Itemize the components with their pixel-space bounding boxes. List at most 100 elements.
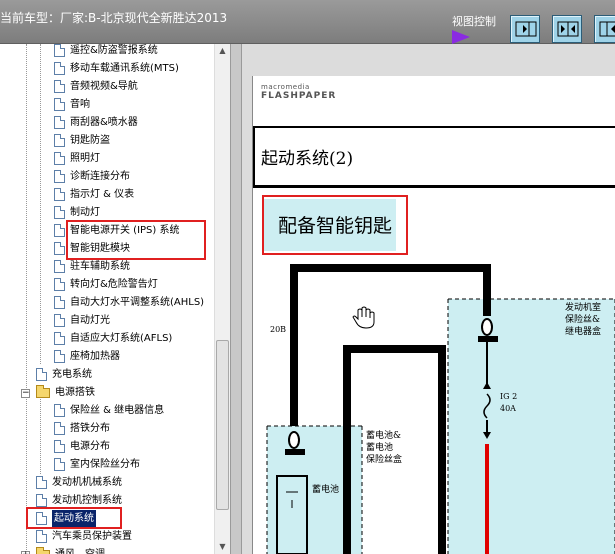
- tree-item-label: 自动大灯水平调整系统(AHLS): [70, 297, 205, 308]
- highlight-smart-key-items: [66, 220, 206, 260]
- document-icon: [54, 152, 65, 165]
- document-viewer: macromedia FLASHPAPER 起动系统(2) 配备智能钥匙 20B…: [242, 44, 615, 554]
- collapse-left-button[interactable]: [510, 15, 540, 43]
- fuse-rating-2: 40A: [500, 404, 516, 413]
- tree-item[interactable]: 音响: [0, 96, 214, 114]
- connector-engine: [481, 318, 493, 336]
- scroll-down-icon[interactable]: ▼: [216, 540, 229, 554]
- tree-item-label: 座椅加热器: [70, 351, 120, 362]
- tree-item[interactable]: 遥控&防盗警报系统: [0, 44, 214, 60]
- document-icon: [54, 260, 65, 273]
- collapse-left-icon: [515, 21, 537, 37]
- tree-item[interactable]: 移动车载通讯系统(MTS): [0, 60, 214, 78]
- document-icon: [54, 116, 65, 129]
- tree-item[interactable]: 发动机机械系统: [0, 474, 214, 492]
- battery-label: 蓄电池: [312, 483, 339, 495]
- tree-item[interactable]: 室内保险丝分布: [0, 456, 214, 474]
- split-view-button[interactable]: [552, 15, 582, 43]
- document-icon: [36, 476, 47, 489]
- document-icon: [36, 530, 47, 543]
- connector-battery: [288, 431, 300, 449]
- document-icon: [54, 350, 65, 363]
- tree-item-label: 移动车载通讯系统(MTS): [70, 63, 179, 74]
- tree-item[interactable]: 雨刮器&喷水器: [0, 114, 214, 132]
- tree-item[interactable]: 搭铁分布: [0, 420, 214, 438]
- tree-item-label: 遥控&防盗警报系统: [70, 45, 158, 56]
- document-icon: [54, 314, 65, 327]
- tree-item-label: 诊断连接分布: [70, 171, 130, 182]
- expand-right-icon: [599, 21, 615, 37]
- split-view-icon: [557, 21, 579, 37]
- highlight-start-system: [26, 507, 122, 529]
- tree-item-label: 转向灯&危险警告灯: [70, 279, 158, 290]
- tree-item-label: 指示灯 & 仪表: [70, 189, 135, 200]
- tree-item[interactable]: 转向灯&危险警告灯: [0, 276, 214, 294]
- battery-box-label-2: 蓄电池: [366, 441, 393, 453]
- document-icon: [54, 332, 65, 345]
- tree-item[interactable]: 自动大灯水平调整系统(AHLS): [0, 294, 214, 312]
- document-icon: [54, 224, 65, 237]
- tree-item-label: 发动机机械系统: [52, 477, 122, 488]
- tree-item[interactable]: 驻车辅助系统: [0, 258, 214, 276]
- document-icon: [54, 440, 65, 453]
- terminal-engine: [478, 336, 498, 342]
- app-header: 当前车型：厂家:B-北京现代全新胜达2013 视图控制: [0, 0, 615, 44]
- tree-item-label: 电源搭铁: [55, 387, 95, 398]
- document-icon: [54, 44, 65, 57]
- tree-item[interactable]: 音频视频&导航: [0, 78, 214, 96]
- document-icon: [54, 404, 65, 417]
- tree-item[interactable]: 保险丝 & 继电器信息: [0, 402, 214, 420]
- tree-item-label: 雨刮器&喷水器: [70, 117, 138, 128]
- terminal-battery: [285, 449, 305, 455]
- tree-item[interactable]: 照明灯: [0, 150, 214, 168]
- tree-item-label: 钥匙防盗: [70, 135, 110, 146]
- document-icon: [54, 296, 65, 309]
- panel-splitter[interactable]: [230, 44, 242, 554]
- tree-item-label: 通风、空调: [55, 546, 105, 554]
- tree-item-label: 汽车乘员保护装置: [52, 531, 132, 542]
- battery-box-label-1: 蓄电池&: [366, 429, 401, 441]
- current-model-title: 当前车型：厂家:B-北京现代全新胜达2013: [0, 11, 228, 25]
- document-icon: [54, 206, 65, 219]
- tree-item-label: 室内保险丝分布: [70, 459, 140, 470]
- engine-room-fuse-box: [448, 299, 615, 554]
- scrollbar-thumb[interactable]: [216, 340, 229, 510]
- engine-box-label-2: 保险丝&: [565, 313, 600, 325]
- wiring-diagram: 20B 发动机室 保险丝& 继电器盒 IG 2 40A 蓄电池& 蓄电池 保险丝…: [266, 264, 615, 554]
- expand-right-button[interactable]: [594, 15, 615, 43]
- document-icon: [54, 170, 65, 183]
- tree-item[interactable]: 自适应大灯系统(AFLS): [0, 330, 214, 348]
- view-control-label: 视图控制: [452, 15, 496, 28]
- tree-item[interactable]: 钥匙防盗: [0, 132, 214, 150]
- tree-item[interactable]: 电源分布: [0, 438, 214, 456]
- document-icon: [36, 368, 47, 381]
- document-icon: [54, 80, 65, 93]
- document-icon: [54, 62, 65, 75]
- tree-item[interactable]: +通风、空调: [0, 546, 214, 554]
- tree-item[interactable]: 座椅加热器: [0, 348, 214, 366]
- tree-scrollbar[interactable]: ▲ ▼: [214, 44, 230, 554]
- collapse-icon[interactable]: −: [21, 389, 30, 398]
- document-icon: [54, 458, 65, 471]
- tree-item-label: 照明灯: [70, 153, 100, 164]
- document-icon: [36, 494, 47, 507]
- wire-code-20b: 20B: [270, 325, 286, 334]
- hand-cursor-icon: [352, 306, 375, 329]
- folder-icon: [36, 547, 50, 554]
- scroll-up-icon[interactable]: ▲: [216, 44, 229, 58]
- tree-item[interactable]: 充电系统: [0, 366, 214, 384]
- tree-item[interactable]: 指示灯 & 仪表: [0, 186, 214, 204]
- tree-item[interactable]: 诊断连接分布: [0, 168, 214, 186]
- document-icon: [54, 278, 65, 291]
- engine-box-label-1: 发动机室: [565, 301, 601, 313]
- tree-item[interactable]: 自动灯光: [0, 312, 214, 330]
- battery-box-label-3: 保险丝盒: [366, 453, 402, 465]
- highlight-smart-key-title: [262, 195, 408, 255]
- tree-item[interactable]: − 电源搭铁: [0, 384, 214, 402]
- document-icon: [54, 188, 65, 201]
- tree-item[interactable]: 汽车乘员保护装置: [0, 528, 214, 546]
- tree-item-label: 保险丝 & 继电器信息: [70, 405, 165, 416]
- play-arrow-icon[interactable]: [452, 30, 470, 44]
- tree-item-label: 音响: [70, 99, 90, 110]
- tree-item-label: 自适应大灯系统(AFLS): [70, 333, 173, 344]
